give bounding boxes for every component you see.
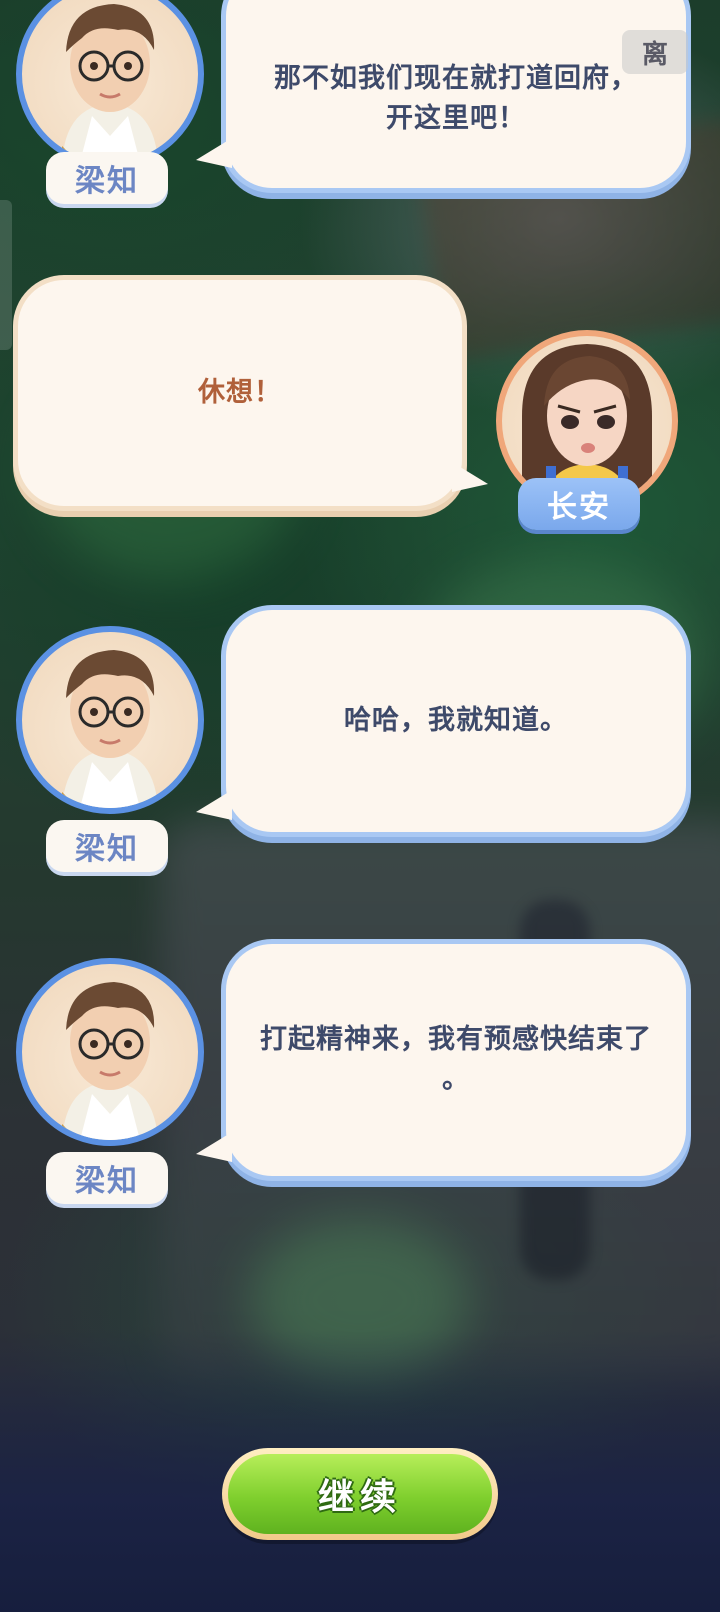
- continue-button-label: 继续: [228, 1454, 492, 1534]
- dialogue-text: 休想！: [198, 377, 282, 408]
- dialogue-text-line: 打起精神来，我有预感快结束了: [260, 1024, 652, 1055]
- speaker-nameplate: 梁知: [46, 152, 168, 204]
- side-handle: [0, 200, 12, 350]
- dialogue-bubble: 休想！: [18, 280, 462, 506]
- man-with-glasses-avatar-icon: [16, 0, 204, 168]
- dialogue-text-line: 。: [442, 1064, 470, 1095]
- man-with-glasses-avatar-icon: [16, 626, 204, 814]
- skip-button[interactable]: 离: [622, 30, 688, 74]
- speaker-nameplate: 梁知: [46, 1152, 168, 1204]
- continue-button[interactable]: 继续: [222, 1448, 498, 1540]
- speaker-nameplate: 梁知: [46, 820, 168, 872]
- man-with-glasses-avatar-icon: [16, 958, 204, 1146]
- speaker-nameplate: 长安: [518, 478, 640, 530]
- bubble-tail: [196, 138, 232, 168]
- bubble-tail: [196, 790, 232, 820]
- dialogue-bubble: 哈哈，我就知道。: [226, 610, 686, 832]
- bubble-tail: [196, 1132, 232, 1162]
- dialogue-text-line: 那不如我们现在就打道回府，: [274, 63, 638, 94]
- bubble-tail: [452, 462, 488, 492]
- dialogue-text: 哈哈，我就知道。: [344, 705, 568, 736]
- dialogue-scene[interactable]: 那不如我们现在就打道回府， 开这里吧！ 离 梁知 休想！ 长安 哈哈，我就知道。…: [0, 0, 720, 1612]
- dialogue-bubble: 那不如我们现在就打道回府， 开这里吧！: [226, 0, 686, 188]
- dialogue-bubble: 打起精神来，我有预感快结束了 。: [226, 944, 686, 1176]
- dialogue-text-line: 开这里吧！: [386, 103, 526, 134]
